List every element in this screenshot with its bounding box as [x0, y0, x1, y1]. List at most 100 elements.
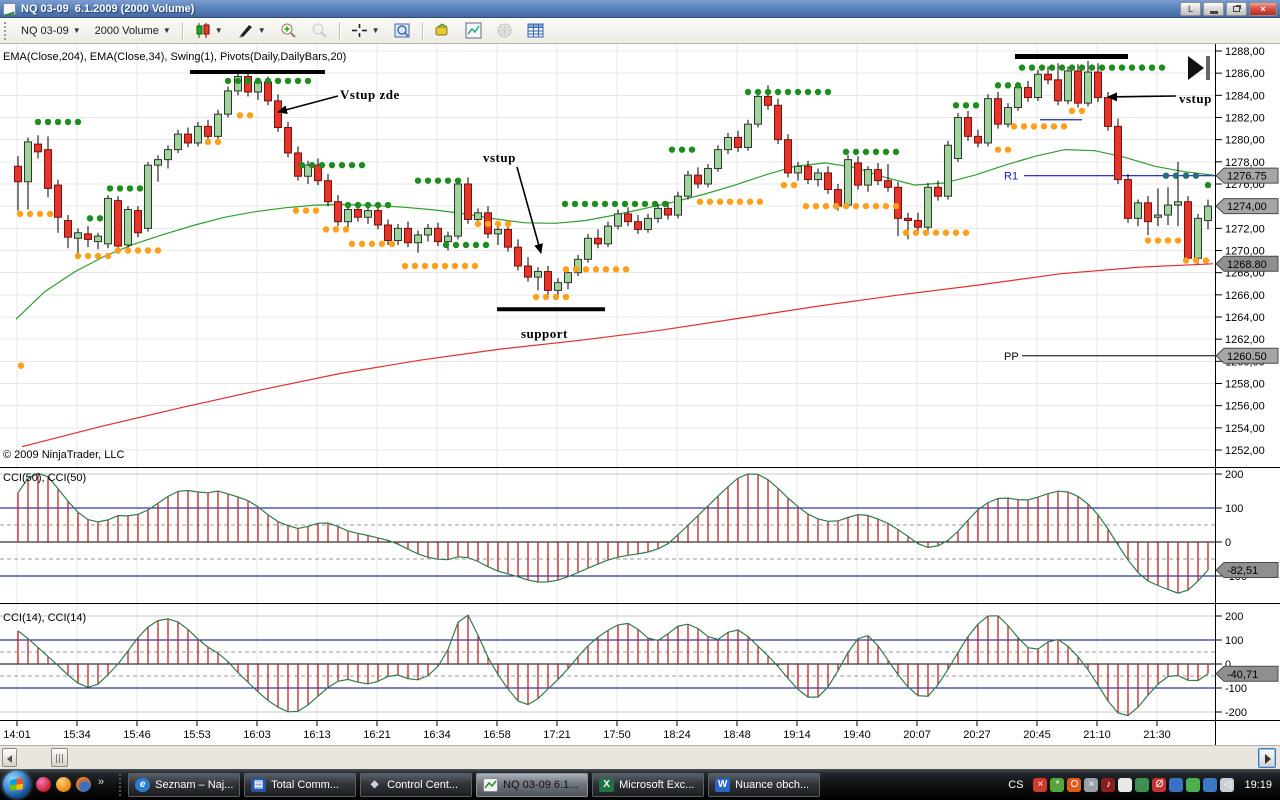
candle-up[interactable] [1014, 87, 1022, 109]
instrument-dropdown[interactable]: NQ 03-09 ▼ [15, 20, 87, 41]
taskbar-button-nuance[interactable]: W Nuance obch... [708, 772, 821, 797]
start-button[interactable] [3, 771, 30, 798]
muted-speaker-icon[interactable]: ♪ [1101, 777, 1116, 792]
gray-x-icon[interactable]: × [1084, 777, 1099, 792]
candle-down[interactable] [324, 180, 332, 203]
data-grid-button[interactable] [521, 20, 550, 41]
candle-down[interactable] [64, 220, 72, 238]
candle-down[interactable] [934, 186, 942, 197]
globe-button[interactable] [490, 20, 519, 41]
candle-down[interactable] [374, 210, 382, 226]
candle-down[interactable] [274, 100, 282, 128]
candle-up[interactable] [194, 125, 202, 144]
blocked-icon[interactable]: Ø [1152, 777, 1167, 792]
candle-up[interactable] [454, 183, 462, 237]
candle-up[interactable] [1174, 201, 1182, 206]
candle-down[interactable] [904, 217, 912, 222]
candle-up[interactable] [744, 123, 752, 148]
candle-down[interactable] [1184, 201, 1192, 259]
candle-down[interactable] [284, 126, 292, 154]
candle-down[interactable] [854, 162, 862, 186]
candle-down[interactable] [544, 271, 552, 291]
toolbar-grip[interactable] [4, 21, 9, 40]
network-icon[interactable] [1203, 777, 1218, 792]
candle-up[interactable] [144, 164, 152, 229]
candle-up[interactable] [604, 225, 612, 245]
candle-down[interactable] [1124, 179, 1132, 219]
candle-up[interactable] [584, 237, 592, 260]
hand-cursor-icon[interactable] [1118, 777, 1133, 792]
candle-up[interactable] [684, 174, 692, 197]
candle-down[interactable] [1044, 73, 1052, 81]
candle-up[interactable] [104, 197, 112, 245]
taskbar-button-total-commander[interactable]: ▤ Total Comm... [244, 772, 357, 797]
data-box-button[interactable] [388, 20, 417, 41]
candle-down[interactable] [524, 265, 532, 278]
candle-up[interactable] [94, 235, 102, 243]
candle-down[interactable] [1024, 87, 1032, 99]
chart-area[interactable]: R1 PP Vstup zde vstup support vstup 1288,00 12… [0, 44, 1280, 745]
candle-down[interactable] [884, 180, 892, 188]
candle-up[interactable] [1164, 204, 1172, 216]
annotation-text[interactable]: Vstup zde [340, 87, 400, 102]
candle-up[interactable] [704, 167, 712, 185]
candle-down[interactable] [874, 169, 882, 182]
candle-up[interactable] [344, 208, 352, 223]
taskbar-button-seznam[interactable]: e Seznam – Naj... [128, 772, 241, 797]
quick-launch-overflow-chevron[interactable]: » [98, 776, 104, 788]
candle-down[interactable] [434, 227, 442, 243]
candle-up[interactable] [714, 149, 722, 169]
candle-up[interactable] [74, 232, 82, 239]
zoom-in-button[interactable] [274, 20, 303, 41]
candle-up[interactable] [1154, 214, 1162, 218]
candle-up[interactable] [924, 186, 932, 228]
candle-down[interactable] [974, 135, 982, 144]
candle-down[interactable] [1144, 202, 1152, 223]
candle-up[interactable] [1034, 73, 1042, 99]
restore-button[interactable] [1226, 1, 1247, 16]
candle-up[interactable] [954, 116, 962, 160]
candle-down[interactable] [134, 210, 142, 234]
annotation-arrow[interactable] [516, 166, 543, 254]
candle-down[interactable] [894, 186, 902, 219]
candle-up[interactable] [754, 95, 762, 125]
green-star-icon[interactable]: * [1050, 777, 1065, 792]
candle-up[interactable] [864, 169, 872, 186]
candle-up[interactable] [1064, 70, 1072, 102]
candle-down[interactable] [54, 184, 62, 218]
candle-down[interactable] [334, 201, 342, 223]
chart-window-button[interactable] [459, 20, 488, 41]
interval-dropdown[interactable]: 2000 Volume ▼ [89, 20, 177, 41]
candle-down[interactable] [594, 237, 602, 245]
candle-down[interactable] [1054, 79, 1062, 102]
candle-up[interactable] [424, 227, 432, 236]
blue-doc-icon[interactable] [1169, 777, 1184, 792]
candle-up[interactable] [414, 234, 422, 244]
close-button[interactable]: × [1249, 1, 1277, 16]
crosshair-button[interactable]: ▼ [345, 20, 386, 41]
chart-style-button[interactable]: ▼ [188, 20, 229, 41]
candle-down[interactable] [994, 98, 1002, 125]
candle-down[interactable] [804, 165, 812, 181]
candle-down[interactable] [964, 116, 972, 137]
candle-down[interactable] [734, 136, 742, 148]
candle-down[interactable] [384, 224, 392, 242]
quick-launch-icon-1[interactable] [36, 777, 51, 792]
minimize-button[interactable] [1203, 1, 1224, 16]
candle-down[interactable] [824, 172, 832, 191]
candle-down[interactable] [34, 143, 42, 153]
annotation-arrow[interactable] [277, 95, 339, 115]
candle-down[interactable] [514, 246, 522, 267]
go-to-last-bar-icon[interactable] [1188, 56, 1204, 80]
candle-up[interactable] [564, 272, 572, 284]
candle-down[interactable] [14, 165, 22, 183]
candle-down[interactable] [1074, 70, 1082, 104]
candle-down[interactable] [774, 104, 782, 141]
monitor-green-icon[interactable] [1135, 777, 1150, 792]
candle-down[interactable] [1114, 125, 1122, 181]
battery-icon[interactable] [1186, 777, 1201, 792]
candle-down[interactable] [184, 133, 192, 144]
candle-up[interactable] [164, 149, 172, 161]
volume-icon[interactable]: ◁ [1220, 777, 1235, 792]
strategy-button[interactable] [428, 20, 457, 41]
